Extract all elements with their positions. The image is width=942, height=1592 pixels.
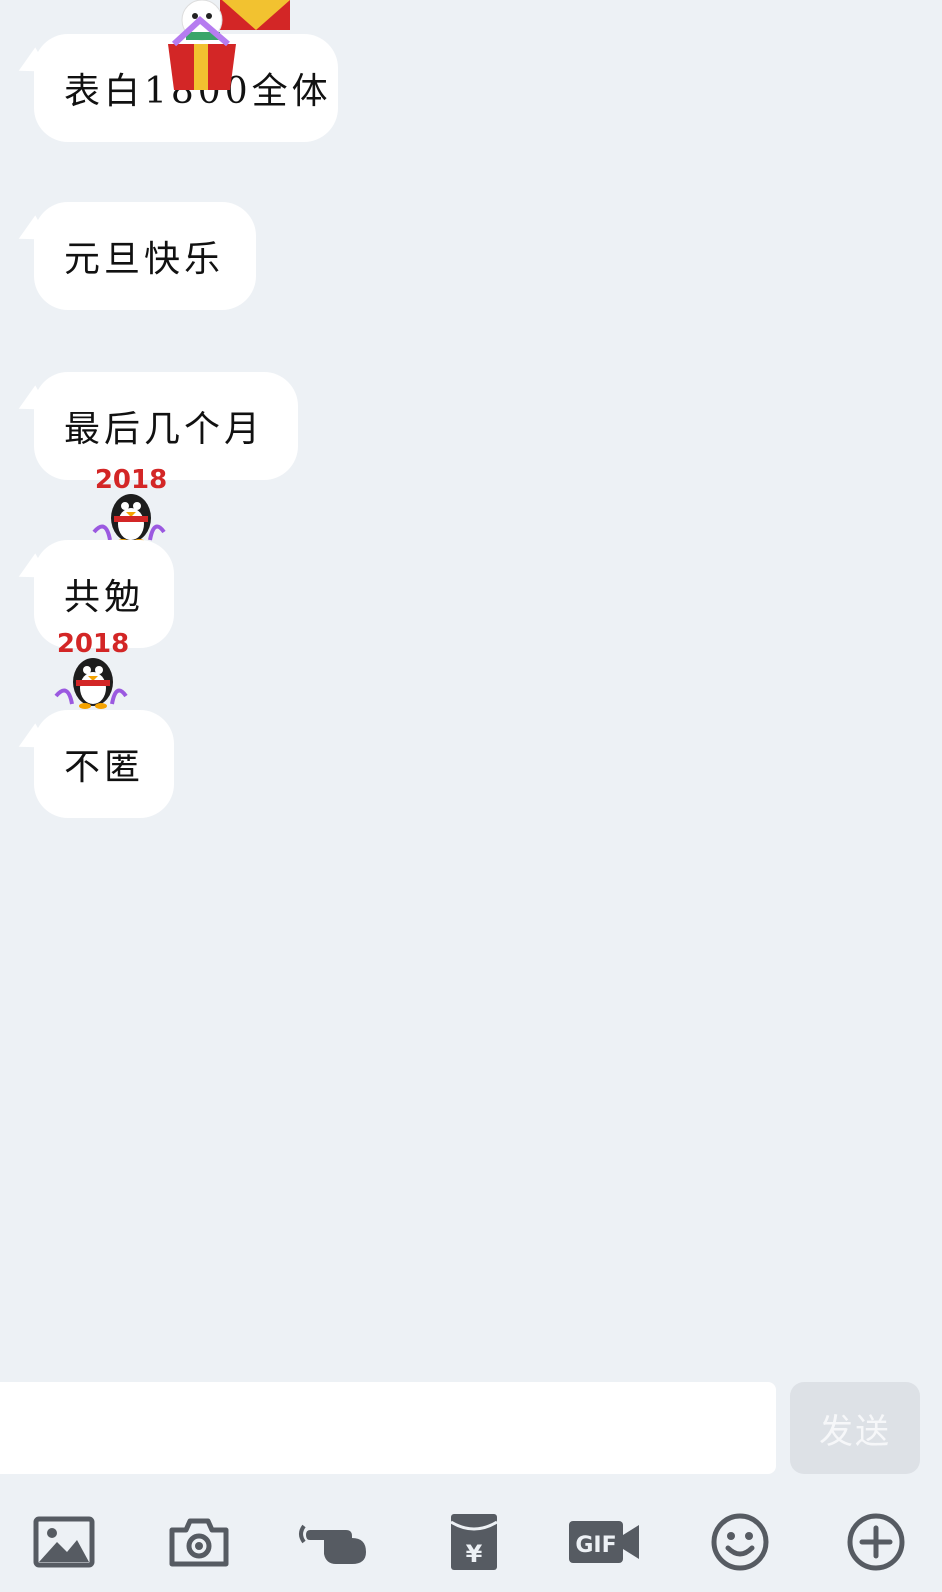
svg-text:GIF: GIF <box>575 1533 616 1558</box>
message-text: 共勉 <box>64 577 145 618</box>
poke-button[interactable] <box>296 1508 372 1576</box>
penguin-year-label: 2018 <box>57 629 129 659</box>
penguin-2018-sticker-icon: 2018 <box>92 465 167 545</box>
send-button[interactable]: 发送 <box>790 1382 920 1474</box>
camera-icon <box>169 1518 229 1567</box>
emoji-button[interactable] <box>706 1508 774 1576</box>
red-packet-icon: ¥ <box>450 1514 498 1570</box>
svg-text:¥: ¥ <box>466 1540 483 1568</box>
message-text: 最后几个月 <box>64 409 265 450</box>
poke-icon <box>299 1524 366 1564</box>
penguin-year-label: 2018 <box>95 465 167 495</box>
message-text: 不匿 <box>64 747 145 788</box>
plus-icon <box>847 1513 905 1571</box>
emoji-icon <box>711 1513 769 1571</box>
send-button-label: 发送 <box>819 1411 891 1452</box>
penguin-2018-sticker-icon: 2018 <box>54 629 129 709</box>
gif-icon: GIF <box>569 1521 639 1563</box>
message-bubble[interactable]: 元旦快乐 <box>34 202 256 310</box>
red-packet-button[interactable]: ¥ <box>440 1508 508 1576</box>
camera-button[interactable] <box>165 1508 233 1576</box>
message-text: 元旦快乐 <box>64 239 225 280</box>
chat-message-list[interactable]: 表白1800全体 元旦快乐 最后几个月 2018 共勉 2018 不匿 <box>0 0 942 1380</box>
image-icon <box>33 1516 95 1568</box>
message-input[interactable] <box>0 1382 776 1474</box>
input-toolbar: ¥ GIF <box>0 1490 942 1590</box>
image-button[interactable] <box>30 1508 98 1576</box>
gift-bear-sticker-icon <box>168 0 290 90</box>
message-bubble[interactable]: 不匿 <box>34 710 174 818</box>
gif-button[interactable]: GIF <box>566 1508 642 1576</box>
more-button[interactable] <box>842 1508 910 1576</box>
